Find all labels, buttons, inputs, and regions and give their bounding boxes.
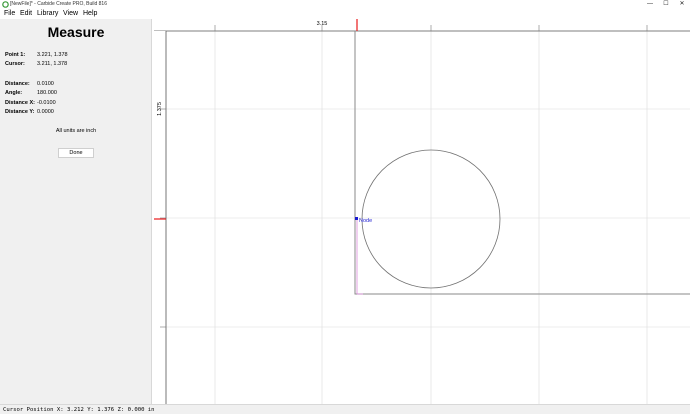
angle-value: 180.000 [37, 90, 57, 96]
menu-view[interactable]: View [63, 9, 78, 19]
cursor-label: Cursor: [5, 61, 25, 67]
panel-title: Measure [47, 24, 105, 40]
cursor-value: 3.211, 1.378 [37, 61, 68, 67]
app-logo-icon [2, 1, 9, 8]
distance-y-row: Distance Y: 0.0000 [5, 109, 54, 116]
minimize-button[interactable]: — [642, 0, 658, 9]
point1-value: 3.221, 1.378 [37, 52, 68, 58]
stock-boundary [354, 31, 690, 295]
cursor-position-status: Cursor Position X: 3.212 Y: 1.376 Z: 0.0… [3, 407, 155, 413]
distance-x-value: -0.0100 [37, 100, 56, 106]
point1-row: Point 1: 3.221, 1.378 [5, 52, 68, 59]
left-ruler: 1.375 [154, 31, 167, 404]
distance-y-value: 0.0000 [37, 109, 54, 115]
maximize-button[interactable]: ☐ [658, 0, 674, 9]
measure-panel: Measure Point 1: 3.221, 1.378 Cursor: 3.21… [0, 19, 152, 404]
canvas-drawing[interactable]: 3.15 1.375 Node [154, 19, 690, 404]
close-button[interactable]: ✕ [674, 0, 690, 9]
menu-help[interactable]: Help [83, 9, 97, 19]
menu-bar: File Edit Library View Help [0, 9, 690, 19]
point1-label: Point 1: [5, 52, 26, 58]
status-bar: Cursor Position X: 3.212 Y: 1.376 Z: 0.0… [0, 404, 690, 414]
menu-library[interactable]: Library [37, 9, 58, 19]
cursor-row: Cursor: 3.211, 1.378 [5, 61, 67, 68]
node-label: Node [359, 218, 372, 224]
ruler-top-label: 3.15 [317, 21, 328, 27]
menu-edit[interactable]: Edit [20, 9, 32, 19]
design-canvas[interactable]: 3.15 1.375 Node [154, 19, 690, 404]
distance-value: 0.0100 [37, 81, 54, 87]
window-title: [NewFile]* - Carbide Create PRO, Build 8… [10, 1, 107, 7]
distance-x-label: Distance X: [5, 100, 35, 106]
ruler-left-label: 1.375 [157, 102, 163, 116]
grid-lines [166, 31, 690, 404]
angle-row: Angle: 180.000 [5, 90, 57, 97]
top-ruler: 3.15 [154, 19, 690, 32]
menu-file[interactable]: File [4, 9, 15, 19]
distance-label: Distance: [5, 81, 30, 87]
units-note: All units are inch [55, 128, 97, 134]
title-bar: [NewFile]* - Carbide Create PRO, Build 8… [0, 0, 690, 9]
angle-label: Angle: [5, 90, 23, 96]
done-button[interactable]: Done [58, 148, 94, 158]
distance-x-row: Distance X: -0.0100 [5, 100, 56, 107]
distance-row: Distance: 0.0100 [5, 81, 54, 88]
node-marker[interactable] [355, 217, 358, 220]
distance-y-label: Distance Y: [5, 109, 35, 115]
